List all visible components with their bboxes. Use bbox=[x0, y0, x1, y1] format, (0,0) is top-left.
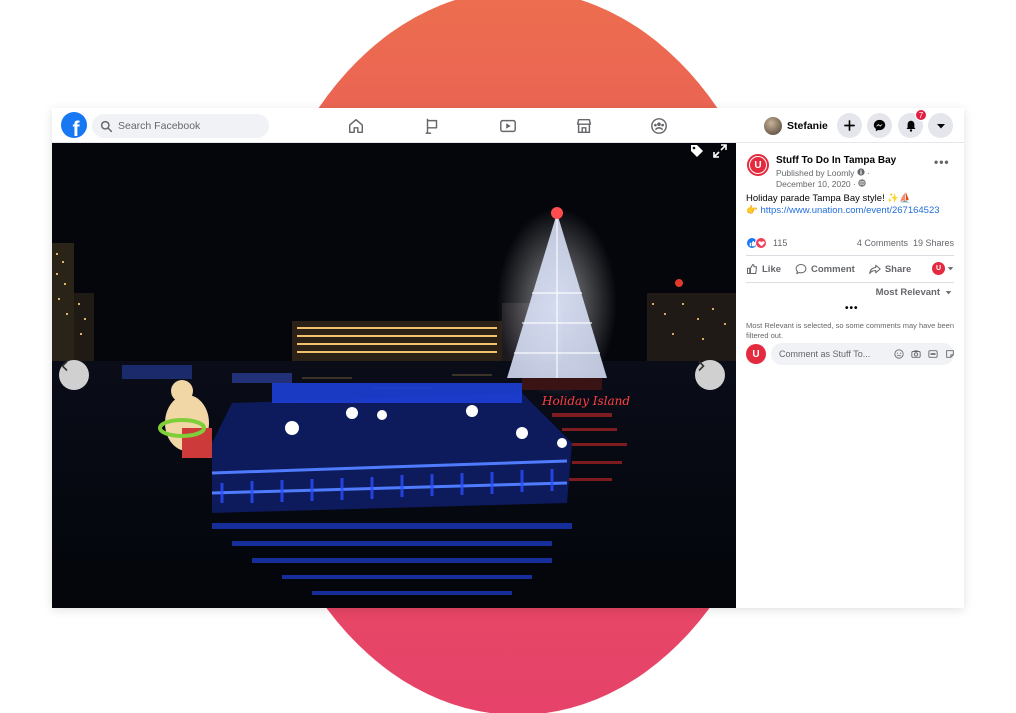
holiday-boat-parade-photo: Holiday Island bbox=[52, 143, 736, 608]
expand-icon[interactable] bbox=[712, 143, 728, 159]
profile-button[interactable]: Stefanie bbox=[764, 115, 828, 137]
logo-letter: f bbox=[72, 118, 80, 138]
profile-name: Stefanie bbox=[787, 120, 828, 132]
bell-icon bbox=[906, 120, 915, 132]
messenger-icon bbox=[873, 119, 886, 132]
create-button[interactable] bbox=[837, 113, 862, 138]
like-button[interactable]: Like bbox=[746, 263, 781, 275]
info-icon[interactable] bbox=[857, 168, 865, 176]
previous-photo-button[interactable] bbox=[59, 360, 89, 390]
photo-viewer[interactable]: Holiday Island bbox=[52, 143, 736, 608]
commenter-avatar: U bbox=[746, 344, 766, 364]
caret-down-icon bbox=[947, 267, 954, 271]
comment-button[interactable]: Comment bbox=[795, 263, 855, 275]
account-menu-button[interactable] bbox=[928, 113, 953, 138]
globe-icon bbox=[858, 179, 866, 187]
reactions-summary[interactable]: 115 bbox=[746, 237, 787, 249]
comment-composer: U bbox=[746, 343, 954, 365]
sort-label: Most Relevant bbox=[875, 287, 940, 298]
facebook-logo-icon[interactable]: f bbox=[61, 112, 87, 138]
top-navigation-bar: f Stefanie 7 bbox=[52, 108, 964, 143]
thumbs-up-icon bbox=[746, 263, 758, 275]
post-as-avatar: U bbox=[932, 262, 945, 275]
search-bar[interactable] bbox=[92, 114, 269, 138]
watch-icon[interactable] bbox=[499, 117, 517, 135]
published-by-line: Published by Loomly · bbox=[776, 168, 870, 178]
search-input[interactable] bbox=[118, 120, 258, 132]
flag-icon[interactable] bbox=[423, 117, 441, 135]
chevron-left-icon bbox=[61, 360, 68, 372]
post-as-selector[interactable]: U bbox=[932, 262, 954, 275]
plus-icon bbox=[844, 120, 855, 131]
page-name-link[interactable]: Stuff To Do In Tampa Bay bbox=[776, 155, 896, 166]
love-reaction-icon bbox=[755, 237, 767, 249]
caret-down-icon bbox=[936, 123, 945, 128]
post-text: Holiday parade Tampa Bay style! ✨⛵ bbox=[746, 193, 912, 204]
reaction-count: 115 bbox=[773, 238, 788, 248]
post-date[interactable]: December 10, 2020 · bbox=[776, 179, 856, 189]
shares-count[interactable]: 19 Shares bbox=[913, 238, 954, 248]
filter-note: Most Relevant is selected, so some comme… bbox=[746, 321, 955, 340]
page-avatar-letter: U bbox=[750, 157, 766, 173]
divider bbox=[746, 282, 954, 283]
marketplace-icon[interactable] bbox=[575, 117, 593, 135]
svg-text:Holiday Island: Holiday Island bbox=[541, 394, 630, 408]
comment-sort-selector[interactable]: Most Relevant bbox=[876, 287, 952, 298]
divider bbox=[746, 255, 954, 256]
avatar bbox=[764, 117, 782, 135]
more-comments-icon[interactable]: ••• bbox=[845, 303, 859, 314]
separator-dot: · bbox=[867, 168, 871, 178]
post-link-line: 👉 https://www.unation.com/event/26716452… bbox=[746, 205, 940, 216]
gif-icon[interactable] bbox=[927, 349, 938, 360]
messenger-button[interactable] bbox=[867, 113, 892, 138]
caret-down-icon bbox=[945, 291, 952, 295]
post-link[interactable]: https://www.unation.com/event/267164523 bbox=[760, 205, 939, 216]
comment-input[interactable] bbox=[779, 349, 887, 359]
post-date-line: December 10, 2020 · bbox=[776, 179, 866, 189]
engagement-counts: 4 Comments 19 Shares bbox=[857, 238, 954, 248]
chevron-right-icon bbox=[698, 360, 705, 372]
comment-box[interactable] bbox=[771, 343, 954, 365]
like-label: Like bbox=[762, 263, 782, 275]
comment-icon bbox=[795, 263, 807, 275]
home-icon[interactable] bbox=[347, 117, 365, 135]
camera-icon[interactable] bbox=[910, 349, 921, 360]
comment-box-tools bbox=[887, 349, 955, 360]
pointing-hand-emoji: 👉 bbox=[746, 205, 758, 216]
post-side-panel: U Stuff To Do In Tampa Bay Published by … bbox=[736, 143, 964, 608]
facebook-window: f Stefanie 7 bbox=[52, 108, 964, 608]
emoji-icon[interactable] bbox=[893, 349, 904, 360]
post-actions-bar: Like Comment Share U bbox=[746, 259, 954, 279]
sticker-icon[interactable] bbox=[944, 349, 955, 360]
share-label: Share bbox=[884, 263, 912, 275]
notification-badge: 7 bbox=[915, 109, 927, 121]
more-options-icon[interactable]: ••• bbox=[934, 155, 950, 169]
share-icon bbox=[869, 264, 881, 275]
next-photo-button[interactable] bbox=[695, 360, 725, 390]
comments-count[interactable]: 4 Comments bbox=[857, 238, 908, 248]
search-icon bbox=[100, 120, 113, 132]
page-avatar[interactable]: U bbox=[747, 154, 769, 176]
comment-label: Comment bbox=[811, 263, 855, 275]
groups-icon[interactable] bbox=[650, 117, 668, 135]
published-by-text: Published by Loomly bbox=[776, 168, 855, 178]
share-button[interactable]: Share bbox=[869, 263, 911, 275]
tag-icon[interactable] bbox=[689, 143, 705, 159]
